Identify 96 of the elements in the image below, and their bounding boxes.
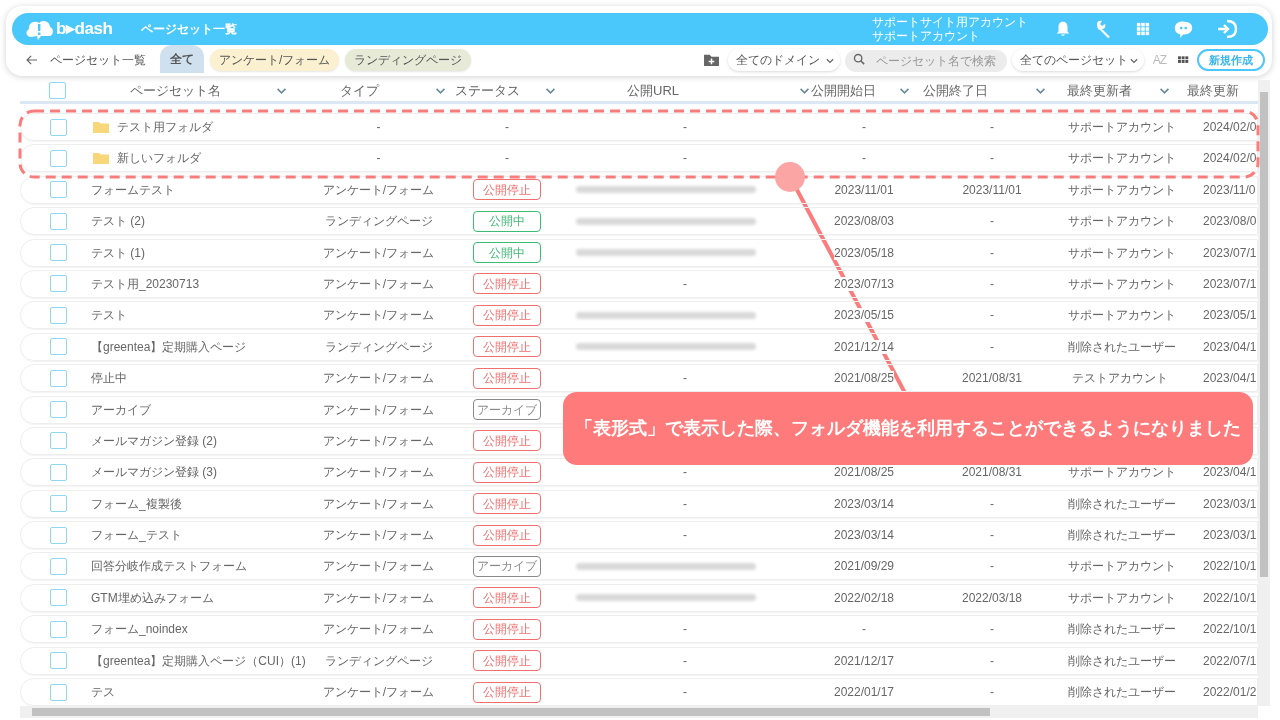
date-text: 2021/12/17	[833, 653, 895, 668]
url-text: -	[683, 527, 687, 545]
user-text: サポートアカウント	[1068, 465, 1176, 480]
date-text: 2022/02/18	[833, 590, 895, 605]
user-text: サポートアカウント	[1068, 245, 1176, 260]
status-badge: 公開中	[473, 242, 541, 264]
type-text: アンケート/フォーム	[322, 276, 435, 291]
status-badge: 公開停止	[473, 336, 541, 358]
type-text: アンケート/フォーム	[322, 308, 435, 323]
date-text: 2023/05/1	[1203, 308, 1257, 323]
status-badge: 公開停止	[473, 304, 541, 326]
account-name: サポートサイト用アカウント	[872, 15, 1028, 29]
user-text: サポートアカウント	[1068, 214, 1176, 229]
date-text: 2022/10/1	[1203, 590, 1257, 605]
feature-callout-tooltip: 「表形式」で表示した際、フォルダ機能を利用することができるようになりました	[563, 392, 1253, 465]
status-badge: 公開停止	[473, 650, 541, 672]
date-text: 2023/07/13	[833, 276, 895, 291]
status-text: -	[505, 119, 509, 136]
user-text: サポートアカウント	[1068, 590, 1176, 605]
status-badge: 公開停止	[473, 587, 541, 609]
date-text: 2022/10/1	[1203, 559, 1257, 574]
url-text: -	[683, 621, 687, 639]
status-badge: 公開停止	[473, 524, 541, 546]
date-text: 2022/03/18	[961, 590, 1023, 605]
type-text: ランディングページ	[324, 214, 433, 229]
url-text: -	[683, 684, 687, 702]
user-text: サポートアカウント	[1068, 151, 1176, 166]
user-text: サポートアカウント	[1068, 120, 1176, 134]
user-text: サポートアカウント	[1068, 182, 1176, 197]
date-text: 2023/04/1	[1203, 371, 1257, 386]
status-badge: 公開停止	[473, 367, 541, 389]
type-text: アンケート/フォーム	[322, 465, 435, 480]
type-text: アンケート/フォーム	[322, 559, 435, 574]
status-badge: 公開中	[473, 210, 541, 232]
status-badge: 公開停止	[473, 681, 541, 703]
status-badge: 公開停止	[473, 461, 541, 483]
date-text: 2023/04/1	[1203, 465, 1257, 480]
user-text: 削除されたユーザー	[1068, 685, 1176, 700]
account-name: サポートアカウント	[872, 29, 981, 43]
type-text: ランディングページ	[324, 339, 433, 354]
user-text: 削除されたユーザー	[1068, 653, 1176, 668]
type-text: アンケート/フォーム	[322, 371, 435, 386]
url-text: -	[683, 275, 687, 293]
date-text: 2023/07/1	[1203, 245, 1257, 260]
breadcrumb-text: ページセット一覧	[50, 52, 146, 69]
user-text: 削除されたユーザー	[1068, 496, 1176, 511]
type-text: アンケート/フォーム	[322, 245, 435, 260]
date-text: 2023/05/15	[833, 308, 895, 323]
page-title: ページセット一覧	[140, 21, 237, 38]
date-text: 2023/08/0	[1203, 214, 1257, 229]
date-text: 2022/10/1	[1203, 622, 1257, 637]
date-text: 2023/11/0	[1203, 182, 1256, 197]
date-text: 2022/01/2	[1203, 685, 1257, 700]
user-text: 削除されたユーザー	[1068, 622, 1176, 637]
status-text: -	[505, 150, 509, 168]
date-text: 2023/07/1	[1203, 276, 1257, 291]
url-text: -	[683, 495, 687, 513]
date-text: 2023/11/01	[834, 182, 894, 197]
date-text: 2022/07/1	[1203, 653, 1257, 668]
date-text: 2024/02/0	[1203, 120, 1257, 134]
type-text: アンケート/フォーム	[322, 402, 435, 417]
status-badge: 公開停止	[473, 179, 541, 201]
date-text: 2023/03/14	[833, 496, 895, 511]
date-text: 2023/05/18	[833, 245, 895, 260]
status-badge: 公開停止	[473, 493, 541, 515]
type-text: アンケート/フォーム	[322, 685, 435, 700]
type-text: アンケート/フォーム	[322, 622, 435, 637]
type-text: ランディングページ	[324, 653, 433, 668]
url-text: -	[683, 119, 687, 136]
status-badge: 公開停止	[473, 618, 541, 640]
user-text: サポートアカウント	[1068, 559, 1176, 574]
type-text: アンケート/フォーム	[322, 590, 435, 605]
url-text: -	[683, 370, 687, 388]
logo-text: b▸dash	[56, 18, 113, 41]
status-badge: アーカイブ	[473, 555, 541, 577]
date-text: 2021/12/14	[833, 339, 895, 354]
type-text: アンケート/フォーム	[322, 496, 435, 511]
user-text: サポートアカウント	[1068, 308, 1176, 323]
url-text: -	[683, 464, 687, 482]
type-text: アンケート/フォーム	[322, 528, 435, 543]
date-text: 2023/03/1	[1203, 496, 1257, 511]
user-text: テストアカウント	[1072, 371, 1168, 386]
date-text: 2023/03/1	[1203, 528, 1257, 543]
date-text: 2023/04/1	[1203, 339, 1257, 354]
status-badge: 公開停止	[473, 273, 541, 295]
status-badge: アーカイブ	[473, 399, 541, 420]
user-text: 削除されたユーザー	[1068, 528, 1176, 543]
status-badge: 公開停止	[473, 430, 541, 452]
date-text: 2023/11/01	[962, 182, 1022, 197]
date-text: 2024/02/0	[1203, 151, 1257, 166]
url-text: -	[683, 150, 687, 168]
type-text: アンケート/フォーム	[322, 182, 435, 197]
user-text: サポートアカウント	[1068, 276, 1176, 291]
user-text: 削除されたユーザー	[1068, 339, 1176, 354]
url-text: -	[683, 652, 687, 670]
type-text: アンケート/フォーム	[322, 433, 435, 448]
